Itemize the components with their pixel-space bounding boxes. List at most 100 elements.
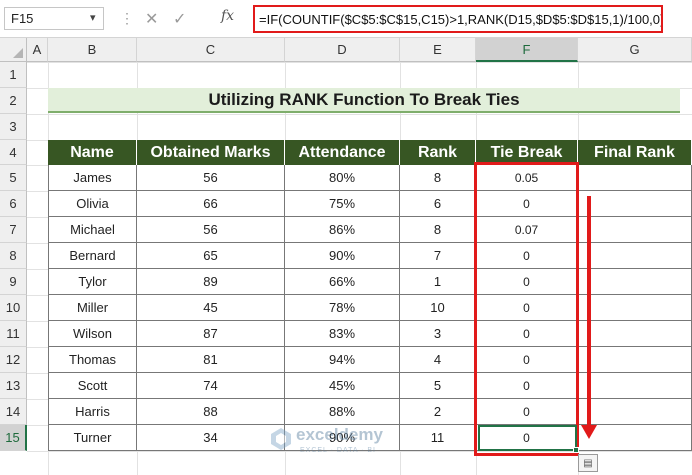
select-all-corner[interactable]: [0, 38, 27, 62]
column-header-g[interactable]: G: [578, 38, 692, 62]
table-cell[interactable]: Turner: [48, 425, 137, 451]
table-cell[interactable]: 83%: [285, 321, 400, 347]
row-header-10[interactable]: 10: [0, 295, 27, 321]
tie-break-highlight-box: [474, 162, 579, 456]
table-cell[interactable]: 8: [400, 217, 476, 243]
table-cell[interactable]: 8: [400, 165, 476, 191]
table-cell[interactable]: 86%: [285, 217, 400, 243]
table-cell[interactable]: 80%: [285, 165, 400, 191]
table-cell[interactable]: 10: [400, 295, 476, 321]
row-header-15[interactable]: 15: [0, 425, 27, 451]
column-header-c[interactable]: C: [137, 38, 285, 62]
row-header-4[interactable]: 4: [0, 140, 27, 165]
gridline-h: [27, 62, 692, 63]
enter-icon[interactable]: ✓: [173, 9, 186, 29]
row-header-6[interactable]: 6: [0, 191, 27, 217]
formula-bar: F15 ▾ ⋮ ✕ ✓ fx =IF(COUNTIF($C$5:$C$15,C1…: [0, 0, 692, 38]
watermark: exceldemy EXCEL · DATA · BI: [270, 425, 440, 461]
row-header-14[interactable]: 14: [0, 399, 27, 425]
table-cell[interactable]: Tylor: [48, 269, 137, 295]
table-cell[interactable]: [578, 217, 692, 243]
table-cell[interactable]: 7: [400, 243, 476, 269]
table-cell[interactable]: 90%: [285, 243, 400, 269]
row-header-1[interactable]: 1: [0, 62, 27, 88]
table-cell[interactable]: [578, 191, 692, 217]
table-cell[interactable]: Michael: [48, 217, 137, 243]
formula-input[interactable]: =IF(COUNTIF($C$5:$C$15,C15)>1,RANK(D15,$…: [253, 5, 663, 33]
table-cell[interactable]: 4: [400, 347, 476, 373]
column-header-a[interactable]: A: [27, 38, 48, 62]
table-cell[interactable]: 1: [400, 269, 476, 295]
table-cell[interactable]: [578, 295, 692, 321]
table-cell[interactable]: 45: [137, 295, 285, 321]
table-cell[interactable]: Miller: [48, 295, 137, 321]
table-cell[interactable]: [578, 347, 692, 373]
table-header-final-rank: Final Rank: [578, 140, 692, 165]
table-cell[interactable]: [578, 399, 692, 425]
row-header-13[interactable]: 13: [0, 373, 27, 399]
name-box[interactable]: F15: [4, 7, 104, 30]
table-cell[interactable]: 56: [137, 165, 285, 191]
table-cell[interactable]: 6: [400, 191, 476, 217]
fill-arrow-head-icon: [581, 425, 597, 439]
row-header-12[interactable]: 12: [0, 347, 27, 373]
fill-arrow-shaft: [587, 196, 591, 428]
table-cell[interactable]: [578, 243, 692, 269]
table-cell[interactable]: [578, 165, 692, 191]
column-header-b[interactable]: B: [48, 38, 137, 62]
formula-bar-grip-icon: ⋮: [120, 10, 134, 26]
table-cell[interactable]: Wilson: [48, 321, 137, 347]
row-header-8[interactable]: 8: [0, 243, 27, 269]
row-header-7[interactable]: 7: [0, 217, 27, 243]
row-header-5[interactable]: 5: [0, 165, 27, 191]
table-cell[interactable]: James: [48, 165, 137, 191]
table-cell[interactable]: 81: [137, 347, 285, 373]
fill-handle[interactable]: [573, 447, 579, 453]
table-cell[interactable]: 88%: [285, 399, 400, 425]
table-header-obtained-marks: Obtained Marks: [137, 140, 285, 165]
watermark-logo-icon: [271, 428, 291, 450]
table-cell[interactable]: 34: [137, 425, 285, 451]
table-cell[interactable]: 75%: [285, 191, 400, 217]
table-cell[interactable]: 89: [137, 269, 285, 295]
row-header-9[interactable]: 9: [0, 269, 27, 295]
table-cell[interactable]: 5: [400, 373, 476, 399]
name-box-dropdown-icon[interactable]: ▾: [90, 11, 96, 24]
table-cell[interactable]: Harris: [48, 399, 137, 425]
table-cell[interactable]: [578, 269, 692, 295]
table-cell[interactable]: 66: [137, 191, 285, 217]
table-cell[interactable]: Scott: [48, 373, 137, 399]
table-header-name: Name: [48, 140, 137, 165]
column-header-e[interactable]: E: [400, 38, 476, 62]
table-cell[interactable]: Olivia: [48, 191, 137, 217]
table-cell[interactable]: 2: [400, 399, 476, 425]
insert-function-icon[interactable]: fx: [221, 8, 234, 24]
table-cell[interactable]: 78%: [285, 295, 400, 321]
row-header-2[interactable]: 2: [0, 88, 27, 114]
cancel-icon[interactable]: ✕: [145, 9, 158, 29]
formula-text: =IF(COUNTIF($C$5:$C$15,C15)>1,RANK(D15,$…: [259, 11, 663, 27]
row-header-3[interactable]: 3: [0, 114, 27, 140]
table-header-rank: Rank: [400, 140, 476, 165]
column-header-d[interactable]: D: [285, 38, 400, 62]
table-header-attendance: Attendance: [285, 140, 400, 165]
select-all-triangle-icon: [13, 48, 23, 58]
table-cell[interactable]: 88: [137, 399, 285, 425]
active-cell-outline[interactable]: [478, 425, 577, 451]
row-header-11[interactable]: 11: [0, 321, 27, 347]
table-cell[interactable]: Thomas: [48, 347, 137, 373]
table-cell[interactable]: 74: [137, 373, 285, 399]
table-cell[interactable]: Bernard: [48, 243, 137, 269]
table-cell[interactable]: 94%: [285, 347, 400, 373]
table-cell[interactable]: [578, 373, 692, 399]
sheet-title: Utilizing RANK Function To Break Ties: [48, 88, 680, 113]
table-cell[interactable]: 56: [137, 217, 285, 243]
column-header-f[interactable]: F: [476, 38, 578, 62]
table-cell[interactable]: 66%: [285, 269, 400, 295]
paste-options-icon[interactable]: ▤: [578, 454, 598, 472]
table-cell[interactable]: [578, 321, 692, 347]
table-cell[interactable]: 3: [400, 321, 476, 347]
table-cell[interactable]: 45%: [285, 373, 400, 399]
table-cell[interactable]: 87: [137, 321, 285, 347]
table-cell[interactable]: 65: [137, 243, 285, 269]
